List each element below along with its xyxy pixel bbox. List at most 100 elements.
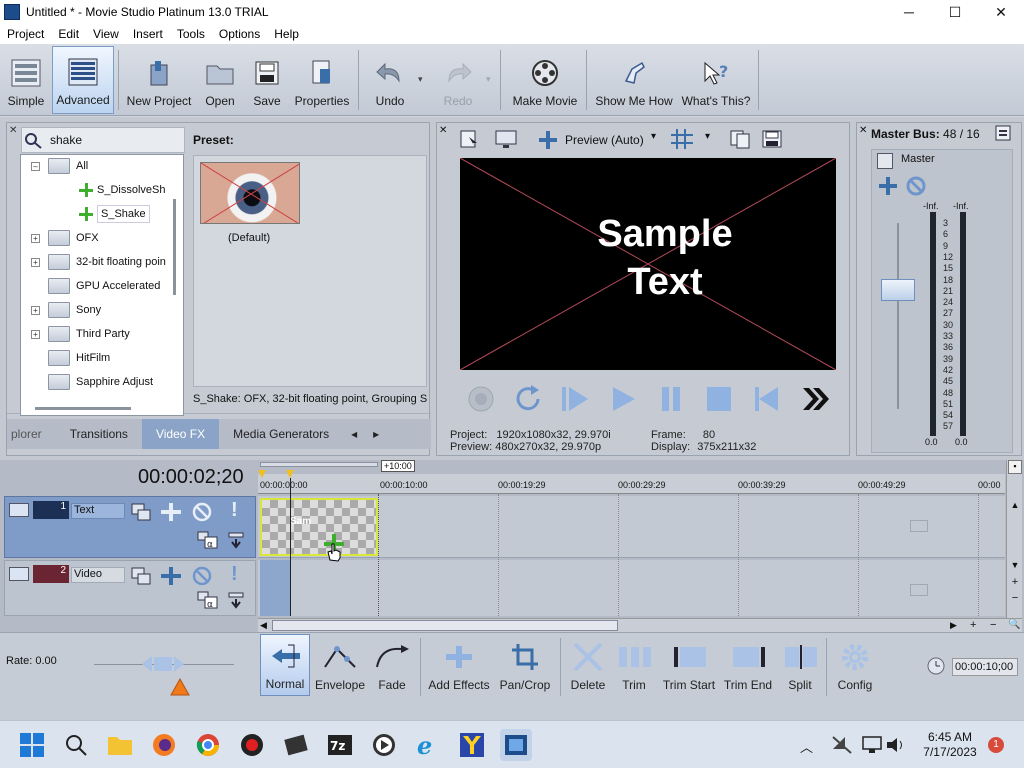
trim-start-button[interactable]: Trim Start <box>660 634 718 696</box>
search-box[interactable]: shake <box>21 127 185 153</box>
compositing-child-icon[interactable] <box>227 531 245 552</box>
track-expand-icon[interactable] <box>9 503 29 517</box>
tab-explorer[interactable]: plorer <box>7 427 56 441</box>
fade-edit-tool[interactable]: Fade <box>370 634 414 696</box>
tree-item-shake[interactable]: S_Shake <box>79 203 150 225</box>
show-me-how-button[interactable]: Show Me How <box>594 46 674 114</box>
maximize-button[interactable]: ☐ <box>932 0 978 24</box>
chevron-down-icon[interactable]: ▾ <box>705 131 710 142</box>
track-expand-icon[interactable] <box>9 567 29 581</box>
windows-start-icon[interactable] <box>18 731 46 759</box>
record-app-icon[interactable] <box>238 731 266 759</box>
volume-fader[interactable] <box>881 279 915 301</box>
bus-properties-icon[interactable] <box>995 125 1011 144</box>
tree-item-sapphire[interactable]: Sapphire Adjust <box>48 371 153 393</box>
chevron-down-icon[interactable]: ▾ <box>651 131 656 142</box>
open-button[interactable]: Open <box>198 46 242 114</box>
scroll-left-icon[interactable]: ◀ <box>260 620 267 631</box>
menu-edit[interactable]: Edit <box>51 27 86 41</box>
monitor-icon[interactable] <box>495 129 517 152</box>
grid-icon[interactable] <box>671 129 693 152</box>
rate-slider-thumb[interactable] <box>170 677 190 699</box>
panel-close-icon[interactable]: ✕ <box>859 125 867 136</box>
track-name-input[interactable]: Text <box>71 503 125 519</box>
play-button[interactable] <box>605 381 641 417</box>
menu-view[interactable]: View <box>86 27 126 41</box>
track-motion-icon[interactable] <box>131 567 151 588</box>
more-controls-button[interactable] <box>797 381 833 417</box>
zoom-in-icon[interactable]: + <box>1008 576 1022 590</box>
tab-video-fx[interactable]: Video FX <box>141 419 220 449</box>
tree-item-dissolve[interactable]: S_DissolveSh <box>79 179 165 201</box>
save-snapshot-icon[interactable] <box>761 129 783 152</box>
menu-project[interactable]: Project <box>0 27 51 41</box>
copy-snapshot-icon[interactable] <box>729 129 751 152</box>
track-fx-icon[interactable] <box>161 503 181 524</box>
tree-hscroll[interactable] <box>35 407 131 410</box>
file-explorer-icon[interactable] <box>106 731 134 759</box>
chevron-up-icon[interactable]: ︿ <box>800 737 813 756</box>
menu-help[interactable]: Help <box>267 27 306 41</box>
loop-playback-button[interactable] <box>511 381 547 417</box>
zoom-out-time-icon[interactable]: − <box>990 619 996 631</box>
search-input[interactable]: shake <box>50 133 82 147</box>
scroll-up-icon[interactable]: ▲ <box>1008 500 1022 514</box>
compositing-alpha-icon[interactable]: α <box>197 531 219 552</box>
compositing-child-icon[interactable] <box>227 591 245 612</box>
media-player-icon[interactable] <box>370 731 398 759</box>
shuttle-icon[interactable] <box>140 654 186 677</box>
close-button[interactable]: ✕ <box>978 0 1024 24</box>
delete-button[interactable]: Delete <box>566 634 610 696</box>
internet-explorer-icon[interactable]: e <box>414 731 442 759</box>
normal-edit-tool[interactable]: Normal <box>260 634 310 696</box>
split-button[interactable]: Split <box>780 634 820 696</box>
pan-crop-button[interactable]: Pan/Crop <box>496 634 554 696</box>
menu-tools[interactable]: Tools <box>170 27 212 41</box>
new-project-button[interactable]: New Project <box>124 46 194 114</box>
record-button[interactable] <box>463 381 499 417</box>
playhead-cursor[interactable] <box>290 478 291 616</box>
clock[interactable]: 6:45 AM 7/17/2023 <box>922 730 978 760</box>
redo-dropdown-icon[interactable]: ▾ <box>486 74 491 85</box>
tree-item-32bit[interactable]: +32-bit floating poin <box>31 251 166 273</box>
track-header-video[interactable]: 2 Video ! α <box>4 560 256 616</box>
trim-end-button[interactable]: Trim End <box>722 634 774 696</box>
tabs-scroll-right[interactable]: ▸ <box>365 427 387 441</box>
preview-properties-icon[interactable] <box>459 129 479 152</box>
scroll-down-icon[interactable]: ▼ <box>1008 560 1022 574</box>
notification-badge[interactable]: 1 <box>988 737 1004 753</box>
timeline-hscroll[interactable]: ◀ ▶ + − 🔍 <box>258 618 1022 632</box>
undo-dropdown-icon[interactable]: ▾ <box>418 74 423 85</box>
redo-button[interactable]: Redo <box>436 46 480 114</box>
expand-icon[interactable]: + <box>31 257 40 267</box>
menu-options[interactable]: Options <box>212 27 267 41</box>
zoom-out-icon[interactable]: − <box>1008 592 1022 606</box>
properties-button[interactable]: Properties <box>292 46 352 114</box>
compositing-alpha-icon[interactable]: α <box>197 591 219 612</box>
expand-icon[interactable]: + <box>31 329 40 339</box>
tab-media-generators[interactable]: Media Generators <box>219 427 343 441</box>
network-off-icon[interactable] <box>828 731 856 759</box>
panel-close-icon[interactable]: ✕ <box>9 125 17 136</box>
mute-icon[interactable] <box>905 175 927 200</box>
advanced-mode-button[interactable]: Advanced <box>52 46 114 114</box>
track-solo-icon[interactable]: ! <box>231 499 238 522</box>
expand-icon[interactable]: + <box>31 305 40 315</box>
undo-button[interactable]: Undo <box>366 46 414 114</box>
make-movie-button[interactable]: Make Movie <box>508 46 582 114</box>
preview-quality-dropdown[interactable]: Preview (Auto) <box>565 133 644 147</box>
zoom-in-time-icon[interactable]: + <box>970 619 976 631</box>
tree-item-all[interactable]: – All <box>31 155 88 177</box>
save-button[interactable]: Save <box>246 46 288 114</box>
time-ruler[interactable]: 00:00:00:00 00:00:10:00 00:00:19:29 00:0… <box>258 474 1005 494</box>
fx-chain-icon[interactable] <box>877 153 893 169</box>
loop-region-bar[interactable] <box>260 462 378 467</box>
y-app-icon[interactable] <box>458 731 486 759</box>
7zip-icon[interactable]: 7z <box>326 731 354 759</box>
track-motion-icon[interactable] <box>131 503 151 524</box>
track-lane-video[interactable] <box>258 560 1005 616</box>
add-effects-button[interactable]: Add Effects <box>426 634 492 696</box>
timeline-vscroll[interactable]: ▪ ▲ ▼ + − <box>1006 460 1022 632</box>
config-button[interactable]: Config <box>832 634 878 696</box>
tree-vscroll[interactable] <box>173 199 176 295</box>
